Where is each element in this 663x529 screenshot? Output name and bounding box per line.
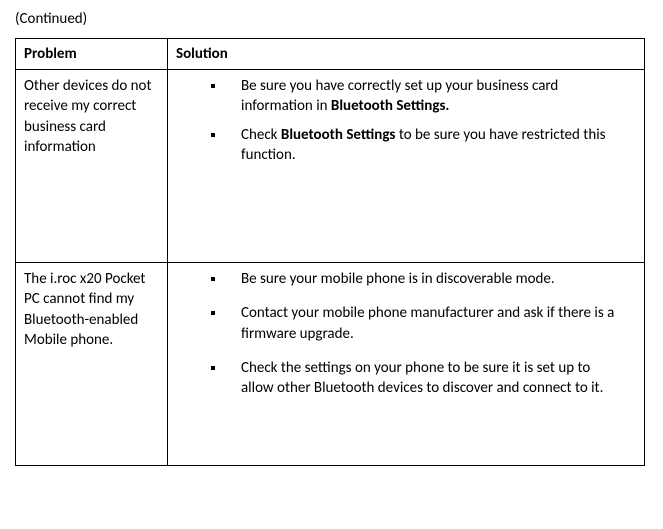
list-item: Be sure your mobile phone is in discover… xyxy=(226,269,626,289)
solution-cell: Be sure you have correctly set up your b… xyxy=(168,70,645,263)
troubleshooting-table: Problem Solution Other devices do not re… xyxy=(15,38,645,466)
list-item: Check the settings on your phone to be s… xyxy=(226,358,626,399)
list-item: Contact your mobile phone manufacturer a… xyxy=(226,303,626,344)
text: Contact your mobile phone manufacturer a… xyxy=(241,304,614,342)
continued-label: (Continued) xyxy=(15,10,653,28)
bold-text: Bluetooth Settings xyxy=(281,126,396,144)
table-header-row: Problem Solution xyxy=(16,39,645,70)
text: Check the settings on your phone to be s… xyxy=(241,359,603,397)
table-row: The i.roc x20 Pocket PC cannot find my B… xyxy=(16,263,645,466)
header-solution: Solution xyxy=(168,39,645,70)
solution-list: Be sure your mobile phone is in discover… xyxy=(176,269,636,398)
text: Check xyxy=(241,126,281,144)
header-problem: Problem xyxy=(16,39,168,70)
bold-text: Bluetooth Settings. xyxy=(331,97,450,115)
list-item: Be sure you have correctly set up your b… xyxy=(226,76,626,117)
problem-cell: Other devices do not receive my correct … xyxy=(16,70,168,263)
text: Be sure your mobile phone is in discover… xyxy=(241,270,555,288)
table-row: Other devices do not receive my correct … xyxy=(16,70,645,263)
solution-cell: Be sure your mobile phone is in discover… xyxy=(168,263,645,466)
solution-list: Be sure you have correctly set up your b… xyxy=(176,76,636,165)
problem-cell: The i.roc x20 Pocket PC cannot find my B… xyxy=(16,263,168,466)
list-item: Check Bluetooth Settings to be sure you … xyxy=(226,125,626,166)
